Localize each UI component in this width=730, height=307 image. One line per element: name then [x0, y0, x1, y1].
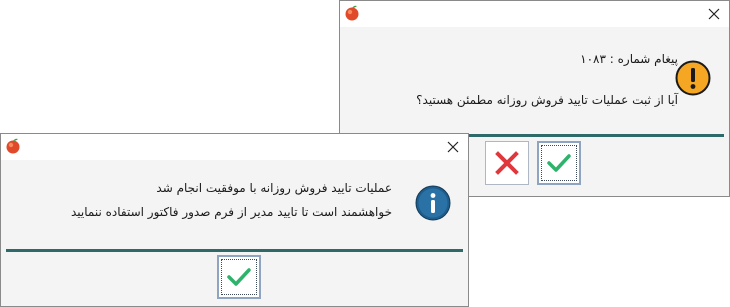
- app-logo-icon: [345, 5, 359, 21]
- info-icon: [415, 185, 451, 221]
- warning-exclamation-icon: [675, 60, 711, 96]
- cancel-x-icon: [495, 151, 519, 175]
- info-message-line1: عملیات تایید فروش روزانه با موفقیت انجام…: [156, 181, 392, 195]
- message-number: پیغام شماره : ۱۰۸۳: [580, 52, 678, 66]
- app-logo-icon: [6, 138, 20, 154]
- cancel-button[interactable]: [485, 141, 529, 185]
- ok-button[interactable]: [217, 255, 261, 299]
- checkmark-icon: [547, 154, 571, 172]
- info-message-line2: خواهشمند است تا تایید مدیر از فرم صدور ف…: [71, 205, 392, 219]
- info-dialog-titlebar: [1, 134, 468, 160]
- info-divider: [6, 249, 463, 252]
- close-button[interactable]: [438, 134, 468, 160]
- close-icon: [447, 141, 459, 153]
- close-icon: [708, 8, 720, 20]
- ok-button[interactable]: [537, 141, 581, 185]
- confirm-question: آیا از ثبت عملیات تایید فروش روزانه مطمئ…: [416, 93, 678, 107]
- info-dialog: عملیات تایید فروش روزانه با موفقیت انجام…: [0, 133, 469, 307]
- confirm-dialog-titlebar: [340, 1, 729, 27]
- close-button[interactable]: [699, 1, 729, 27]
- checkmark-icon: [227, 268, 251, 286]
